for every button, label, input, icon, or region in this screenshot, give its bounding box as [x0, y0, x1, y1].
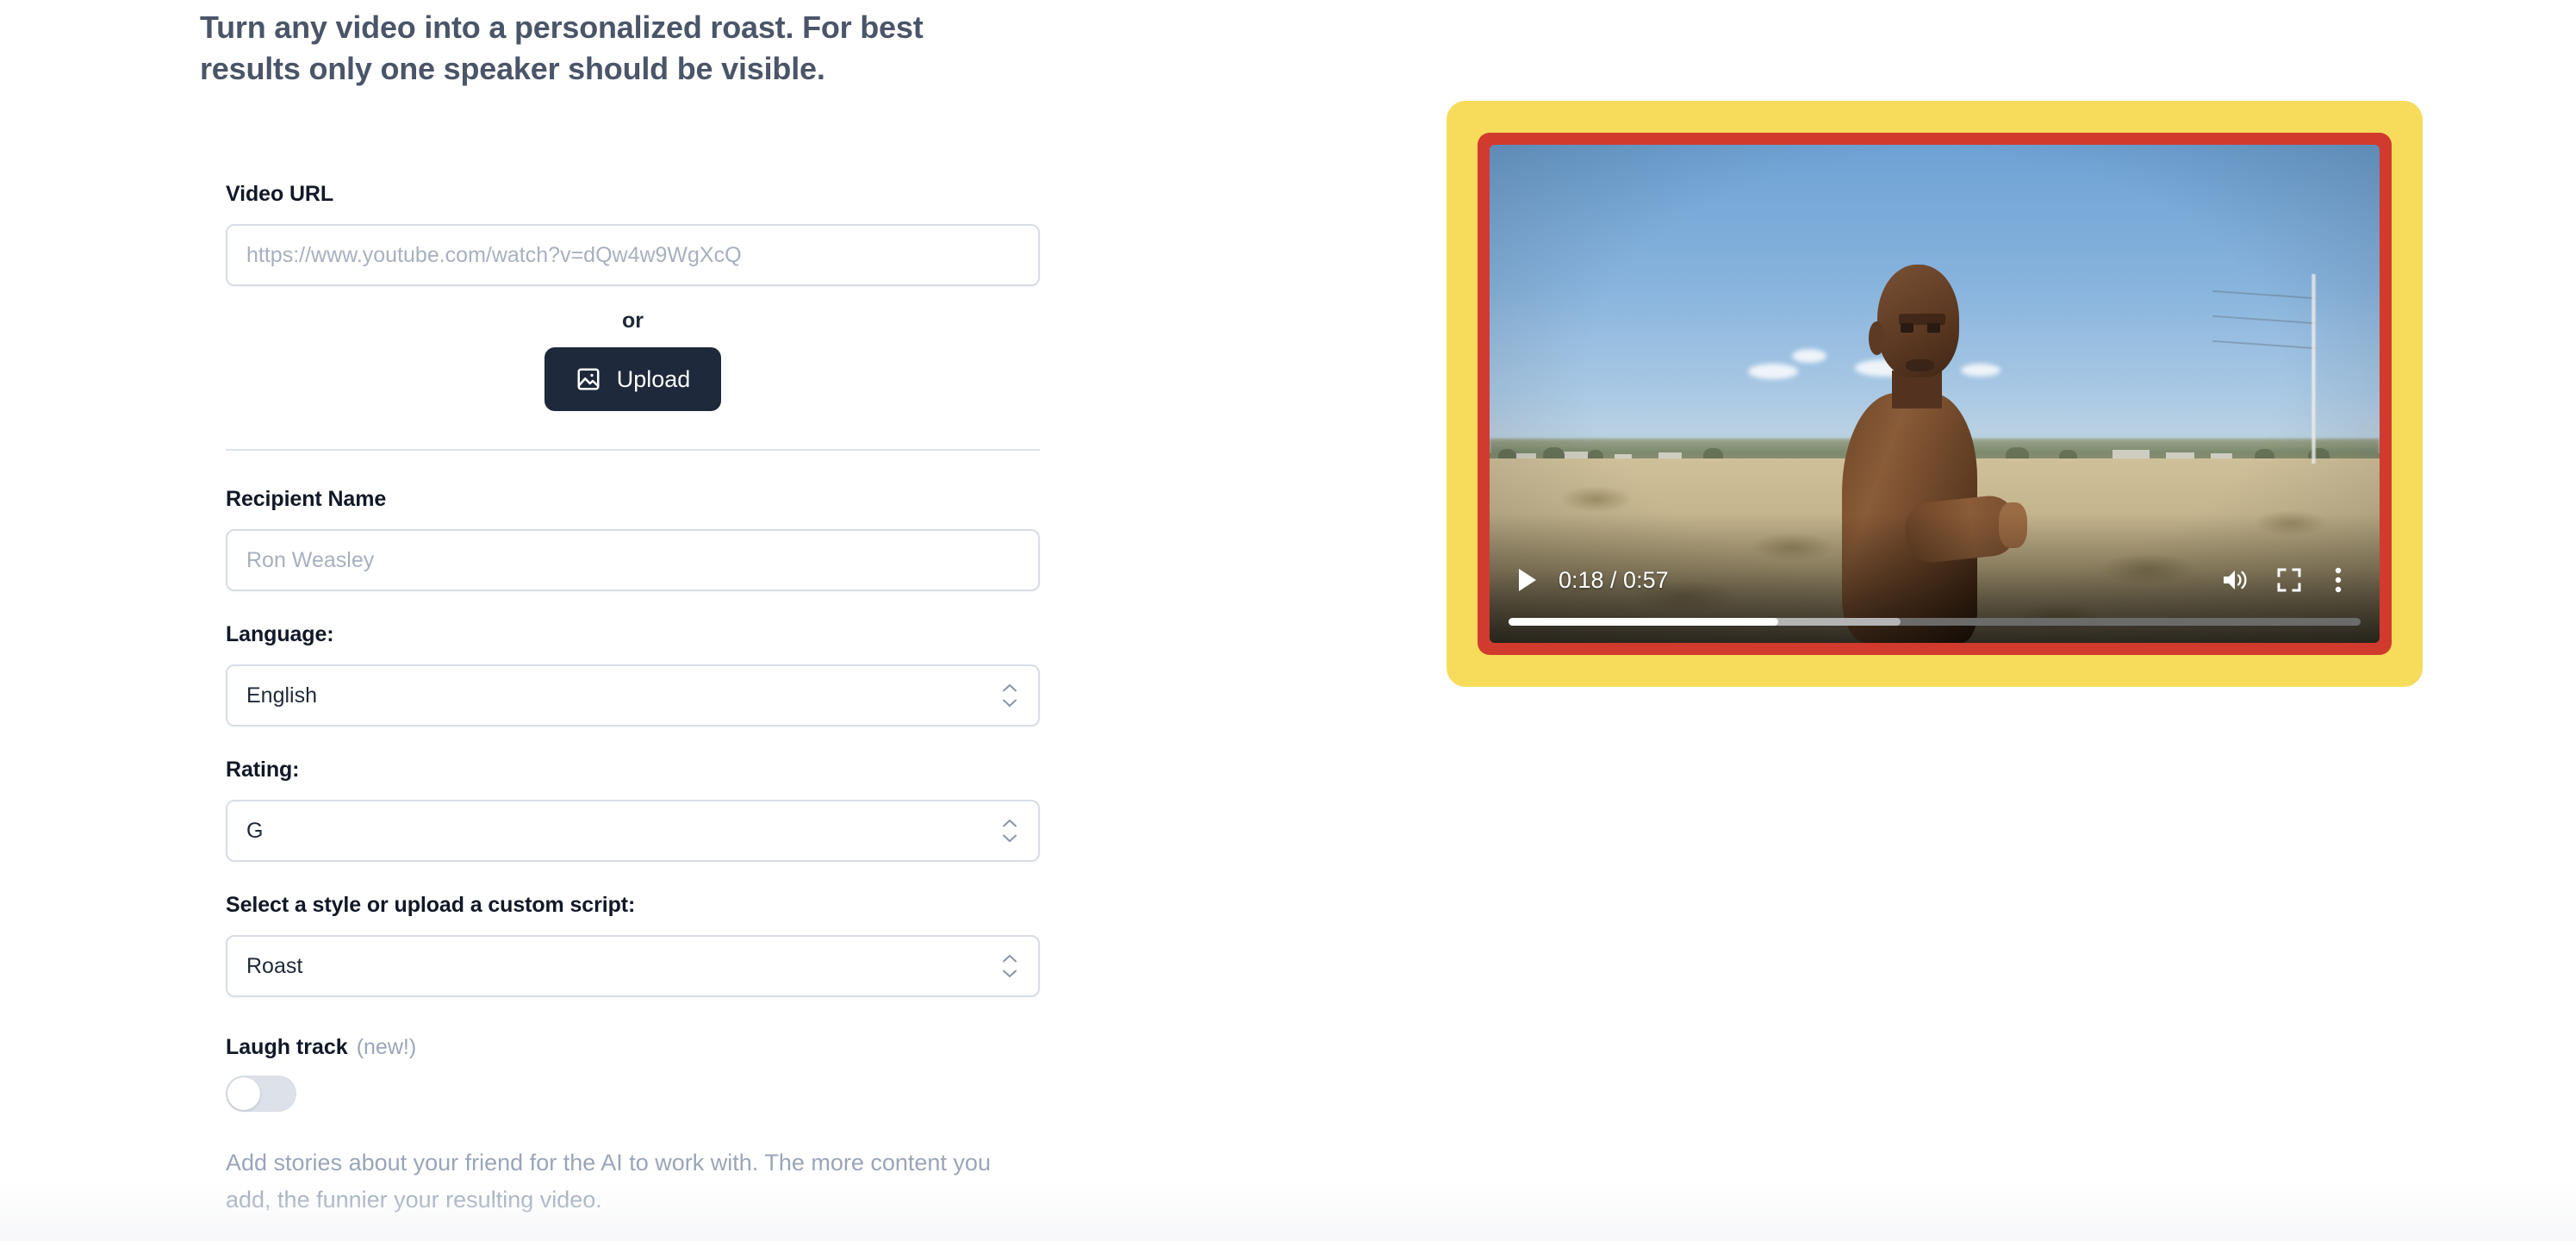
style-label: Select a style or upload a custom script… [226, 893, 636, 918]
laugh-track-toggle-knob [227, 1077, 260, 1111]
form-divider [226, 449, 1040, 452]
style-select-value: Roast [246, 953, 303, 978]
upload-button[interactable]: Upload [544, 347, 722, 412]
kebab-menu-icon[interactable] [2316, 567, 2361, 593]
language-field-group: Language: English [226, 622, 1044, 727]
rating-select[interactable]: G [226, 800, 1040, 863]
laugh-track-label: Laugh track [226, 1035, 348, 1060]
language-select-value: English [246, 683, 317, 708]
recipient-name-label: Recipient Name [226, 487, 387, 512]
play-icon[interactable] [1509, 567, 1546, 593]
rating-select-wrap: G [226, 800, 1040, 863]
style-field-group: Select a style or upload a custom script… [226, 893, 1044, 998]
video-url-label: Video URL [226, 182, 334, 207]
stories-help-text: Add stories about your friend for the AI… [226, 1150, 991, 1213]
rating-field-group: Rating: G [226, 758, 1044, 863]
video-player[interactable]: 0:18 / 0:57 [1490, 145, 2380, 643]
video-progress-played [1509, 618, 1778, 626]
language-label: Language: [226, 622, 334, 647]
laugh-track-label-row: Laugh track (new!) [226, 1035, 1044, 1060]
laugh-track-toggle[interactable] [226, 1076, 296, 1113]
roast-form: Video URL or Upload [200, 182, 1044, 1241]
page-root: Turn any video into a personalized roast… [0, 0, 2576, 1241]
video-url-input[interactable] [226, 224, 1040, 287]
video-controls-row: 0:18 / 0:57 [1509, 552, 2361, 608]
upload-button-label: Upload [616, 365, 691, 392]
video-controls-bar: 0:18 / 0:57 [1490, 514, 2380, 643]
recipient-name-input[interactable] [226, 529, 1040, 592]
page-title: Turn any video into a personalized roast… [200, 9, 924, 86]
video-url-field-group: Video URL [226, 182, 1044, 287]
image-icon [576, 366, 601, 392]
video-frame-inner: 0:18 / 0:57 [1478, 133, 2392, 655]
language-select-wrap: English [226, 664, 1040, 727]
language-select[interactable]: English [226, 664, 1040, 727]
fullscreen-icon[interactable] [2262, 568, 2316, 592]
laugh-track-new-badge: (new!) [356, 1035, 417, 1060]
video-progress-bar[interactable] [1509, 618, 2361, 626]
or-label: or [622, 309, 644, 334]
style-select-wrap: Roast [226, 935, 1040, 998]
volume-icon[interactable] [2209, 567, 2262, 593]
form-column: Turn any video into a personalized roast… [200, 0, 1070, 1241]
style-select[interactable]: Roast [226, 935, 1040, 998]
recipient-name-field-group: Recipient Name [226, 487, 1044, 592]
rating-select-value: G [246, 818, 264, 843]
upload-row: Upload [226, 347, 1040, 412]
or-separator: or [226, 309, 1040, 334]
video-time-display: 0:18 / 0:57 [1559, 566, 1669, 593]
video-frame-outer: 0:18 / 0:57 [1447, 101, 2423, 687]
rating-label: Rating: [226, 758, 300, 783]
